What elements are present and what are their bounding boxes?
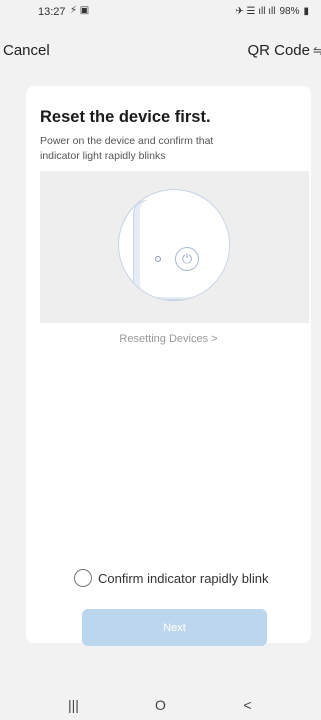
qr-code-label: QR Code [247, 42, 310, 59]
status-bar: 13:27 ⚡ ▣ ✈ ☰ ıll ıll 98% ▮ [0, 0, 321, 24]
device-illustration: ⏻ [40, 171, 309, 323]
swap-icon: ⇋ [313, 42, 321, 58]
battery-level: 98% [279, 6, 300, 17]
qr-code-button[interactable]: QR Code ⇋ [247, 42, 321, 59]
device-circle: ⏻ [118, 189, 230, 301]
next-button[interactable]: Next [82, 609, 267, 646]
indicator-light-icon [155, 256, 161, 262]
recents-button[interactable]: ||| [54, 697, 94, 713]
power-icon: ⏻ [181, 251, 193, 266]
resetting-devices-link[interactable]: Resetting Devices > [26, 333, 311, 345]
card-description: Power on the device and confirm that ind… [40, 135, 214, 162]
cancel-button[interactable]: Cancel [3, 42, 50, 59]
status-time: 13:27 [38, 6, 66, 18]
card-title: Reset the device first. [40, 108, 211, 126]
header: Cancel QR Code ⇋ [0, 42, 321, 66]
battery-icon: ▮ [303, 6, 309, 17]
system-nav-bar: ||| O < [0, 690, 321, 720]
notification-icons: ⚡ ▣ [70, 5, 90, 16]
reset-card: Reset the device first. Power on the dev… [26, 86, 311, 646]
confirm-label: Confirm indicator rapidly blink [98, 570, 269, 586]
screen: 13:27 ⚡ ▣ ✈ ☰ ıll ıll 98% ▮ Cancel QR Co… [0, 0, 321, 720]
status-right-group: ✈ ☰ ıll ıll 98% ▮ [235, 6, 309, 17]
home-button[interactable]: O [141, 697, 181, 713]
confirm-radio[interactable] [74, 569, 92, 587]
confirm-checkbox-row[interactable]: Confirm indicator rapidly blink [74, 569, 269, 587]
back-button[interactable]: < [228, 697, 268, 713]
power-button-icon: ⏻ [175, 247, 199, 271]
signal-icons: ✈ ☰ ıll ıll [235, 6, 276, 17]
